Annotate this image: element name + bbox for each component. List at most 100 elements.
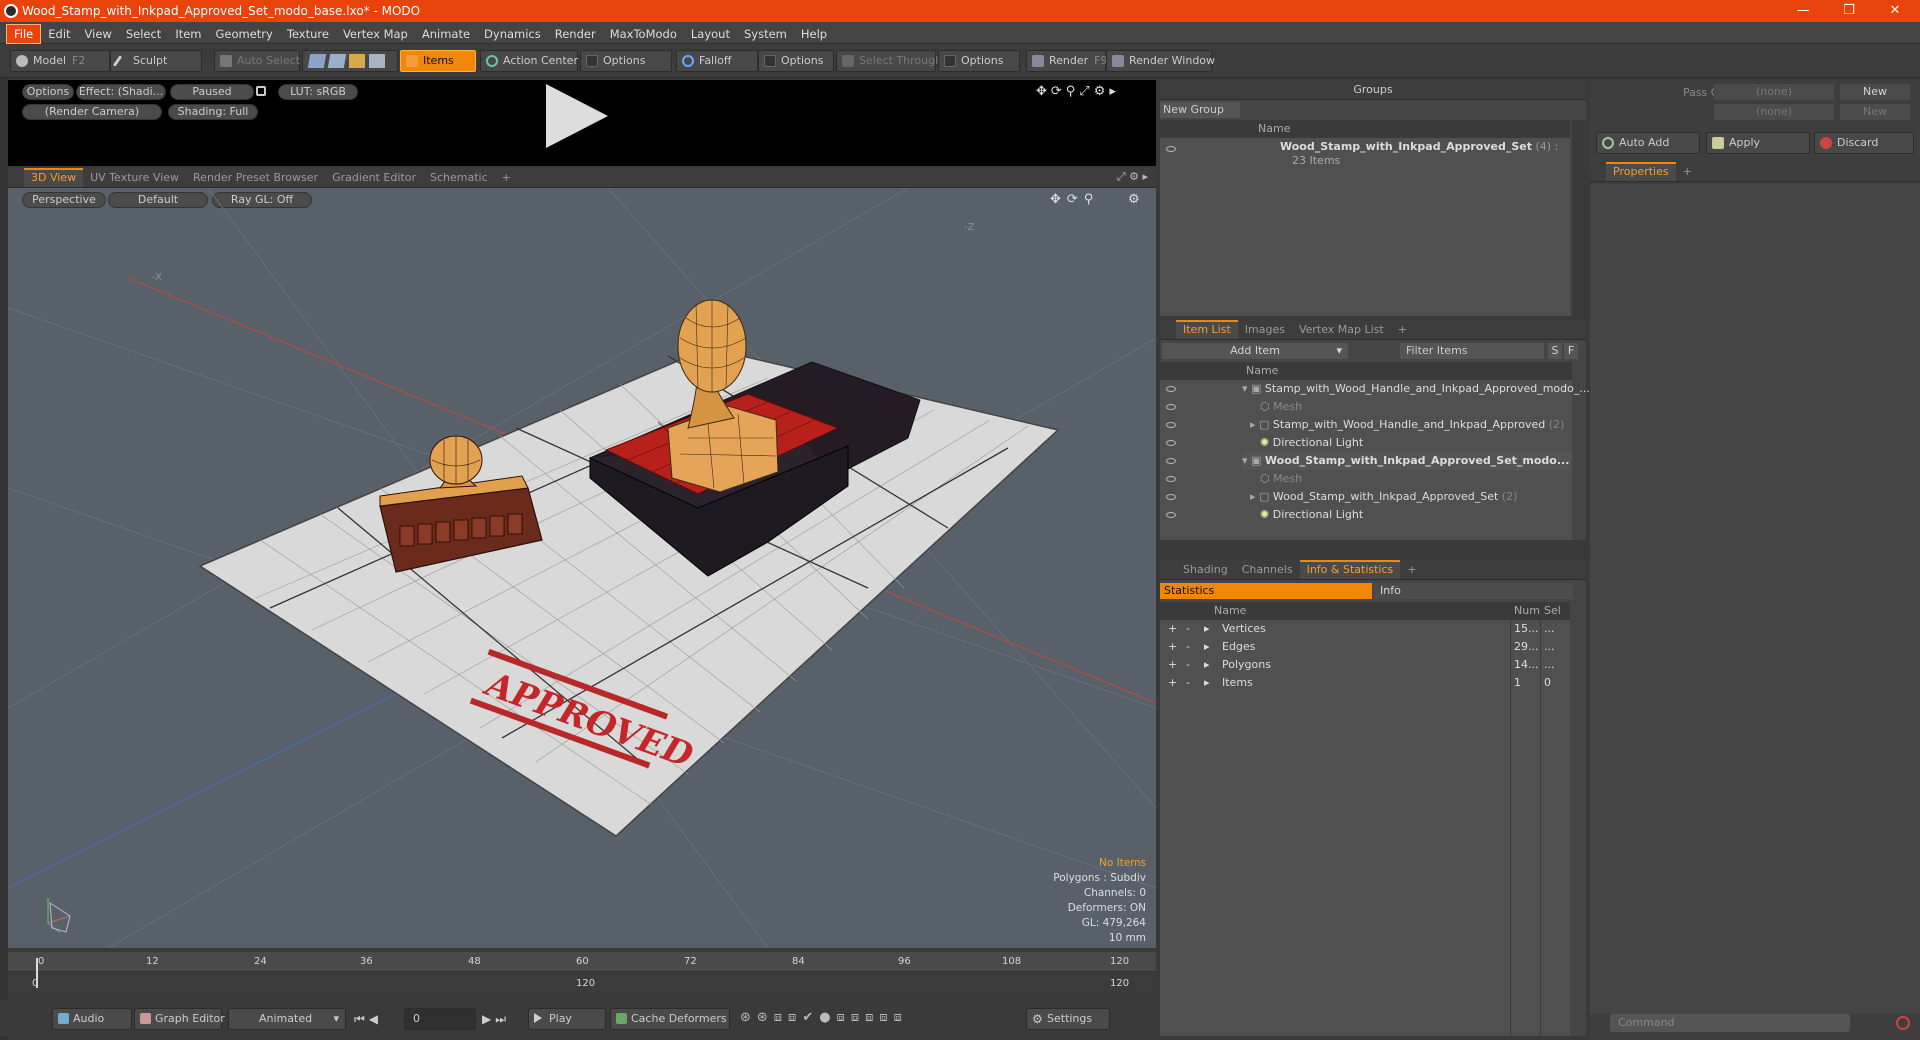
eye-icon[interactable] bbox=[1166, 476, 1176, 482]
light-row-1[interactable]: ✺ Directional Light bbox=[1260, 434, 1363, 452]
menu-select[interactable]: Select bbox=[119, 23, 168, 45]
3d-viewport[interactable]: Perspective Default Ray GL: Off ✥⟳⚲ ⚙ -X… bbox=[8, 188, 1156, 948]
menu-render[interactable]: Render bbox=[548, 23, 603, 45]
polygons-mode-icon[interactable] bbox=[349, 54, 365, 68]
add-item-dropdown[interactable]: Add Item ▾ bbox=[1162, 343, 1348, 359]
tab-schematic[interactable]: Schematic bbox=[423, 168, 495, 187]
preview-paused-button[interactable]: Paused bbox=[170, 84, 254, 100]
action-center-button[interactable]: Action Center bbox=[480, 50, 578, 72]
eye-icon[interactable] bbox=[1166, 494, 1176, 500]
eye-icon[interactable] bbox=[1166, 404, 1176, 410]
stat-row-edges[interactable]: + - ▸ Edges 29...... bbox=[1160, 638, 1570, 656]
statistics-tab[interactable]: Statistics bbox=[1160, 583, 1372, 599]
select-through-options-button[interactable]: Options bbox=[938, 50, 1020, 72]
filter-f-button[interactable]: F bbox=[1564, 343, 1578, 359]
menu-maxtomodo[interactable]: MaxToModo bbox=[603, 23, 684, 45]
preview-lut-dropdown[interactable]: LUT: sRGB bbox=[278, 84, 358, 100]
menu-edit[interactable]: Edit bbox=[41, 23, 77, 45]
menu-file[interactable]: File bbox=[6, 24, 42, 44]
animated-dropdown[interactable]: Animated ▾ bbox=[228, 1008, 346, 1030]
tab-add[interactable]: + bbox=[495, 168, 518, 187]
group-row-1[interactable]: ▸ ▢ Stamp_with_Wood_Handle_and_Inkpad_Ap… bbox=[1250, 416, 1564, 434]
falloff-button[interactable]: Falloff bbox=[676, 50, 758, 72]
group-row-2[interactable]: ▸ ▢ Wood_Stamp_with_Inkpad_Approved_Set … bbox=[1250, 488, 1517, 506]
play-button[interactable]: Play bbox=[528, 1008, 606, 1030]
cache-deformers-button[interactable]: Cache Deformers bbox=[610, 1008, 730, 1030]
falloff-options-button[interactable]: Options bbox=[758, 50, 834, 72]
edges-mode-icon[interactable] bbox=[327, 54, 347, 68]
audio-button[interactable]: Audio bbox=[52, 1008, 132, 1030]
stat-row-polygons[interactable]: + - ▸ Polygons 14...... bbox=[1160, 656, 1570, 674]
menu-item[interactable]: Item bbox=[168, 23, 208, 45]
select-through-button[interactable]: Select Through bbox=[836, 50, 942, 72]
tab-add[interactable]: + bbox=[1391, 320, 1414, 339]
groups-scrollbar[interactable] bbox=[1572, 120, 1586, 316]
eye-icon[interactable] bbox=[1166, 512, 1176, 518]
scene-row-2[interactable]: ▾ ▣ Wood_Stamp_with_Inkpad_Approved_Set_… bbox=[1242, 452, 1572, 470]
auto-select-button[interactable]: Auto Select bbox=[214, 50, 300, 72]
eye-icon[interactable] bbox=[1166, 458, 1176, 464]
tab-gradient-editor[interactable]: Gradient Editor bbox=[325, 168, 423, 187]
render-window-button[interactable]: Render Window bbox=[1106, 50, 1215, 72]
settings-button[interactable]: ⚙ Settings bbox=[1026, 1008, 1110, 1030]
action-center-options-button[interactable]: Options bbox=[580, 50, 672, 72]
tab-shading[interactable]: Shading bbox=[1176, 560, 1235, 579]
play-icon[interactable] bbox=[546, 84, 608, 148]
graph-editor-button[interactable]: Graph Editor bbox=[134, 1008, 225, 1030]
apply-button[interactable]: Apply bbox=[1706, 132, 1810, 154]
menu-geometry[interactable]: Geometry bbox=[209, 23, 280, 45]
preview-nav-icons[interactable]: ✥⟳⚲⤢⚙▸ bbox=[1036, 84, 1120, 99]
menu-vertex-map[interactable]: Vertex Map bbox=[336, 23, 415, 45]
new-pass-button[interactable]: New bbox=[1840, 104, 1910, 120]
maximize-button[interactable]: ❐ bbox=[1826, 0, 1872, 22]
mesh-row-2[interactable]: ⬡ Mesh bbox=[1260, 470, 1302, 488]
model-mode-button[interactable]: Model F2 bbox=[10, 50, 110, 72]
menu-animate[interactable]: Animate bbox=[415, 23, 477, 45]
transport-back-buttons[interactable]: ⏮◀ bbox=[354, 1012, 382, 1027]
filter-s-button[interactable]: S bbox=[1548, 343, 1562, 359]
vertices-mode-icon[interactable] bbox=[307, 54, 327, 68]
tab-vertex-map-list[interactable]: Vertex Map List bbox=[1292, 320, 1391, 339]
passes-dropdown[interactable]: (none) bbox=[1714, 104, 1834, 120]
tab-add-property[interactable]: + bbox=[1676, 162, 1699, 181]
menu-view[interactable]: View bbox=[78, 23, 119, 45]
tab-info-statistics[interactable]: Info & Statistics bbox=[1299, 560, 1401, 579]
eye-icon[interactable] bbox=[1166, 146, 1176, 152]
transport-forward-buttons[interactable]: ▶⏭ bbox=[482, 1012, 510, 1027]
preview-shading-dropdown[interactable]: Shading: Full bbox=[168, 104, 258, 120]
preview-effect-dropdown[interactable]: Effect: (Shadi... bbox=[76, 84, 166, 100]
menu-system[interactable]: System bbox=[737, 23, 794, 45]
tab-properties[interactable]: Properties bbox=[1606, 162, 1676, 181]
mesh-row-1[interactable]: ⬡ Mesh bbox=[1260, 398, 1302, 416]
scene-row-1[interactable]: ▾ ▣ Stamp_with_Wood_Handle_and_Inkpad_Ap… bbox=[1242, 380, 1590, 398]
sculpt-mode-button[interactable]: Sculpt bbox=[110, 50, 202, 72]
render-button[interactable]: Render F9 bbox=[1026, 50, 1108, 72]
stat-row-vertices[interactable]: + - ▸ Vertices 15...... bbox=[1160, 620, 1570, 638]
auto-add-button[interactable]: Auto Add bbox=[1596, 132, 1700, 154]
timeline[interactable]: 0 12 24 36 48 60 72 84 96 108 120 0 120 … bbox=[8, 952, 1156, 996]
frame-input[interactable]: 0 bbox=[404, 1008, 476, 1030]
tab-images[interactable]: Images bbox=[1238, 320, 1292, 339]
menu-help[interactable]: Help bbox=[794, 23, 834, 45]
tab-item-list[interactable]: Item List bbox=[1176, 320, 1238, 339]
menu-texture[interactable]: Texture bbox=[280, 23, 336, 45]
preview-options-button[interactable]: Options bbox=[22, 84, 74, 100]
eye-icon[interactable] bbox=[1166, 386, 1176, 392]
menu-dynamics[interactable]: Dynamics bbox=[477, 23, 548, 45]
eye-icon[interactable] bbox=[1166, 422, 1176, 428]
menu-layout[interactable]: Layout bbox=[684, 23, 737, 45]
stat-row-items[interactable]: + - ▸ Items 1 0 bbox=[1160, 674, 1570, 692]
light-row-2[interactable]: ✺ Directional Light bbox=[1260, 506, 1363, 524]
tab-channels[interactable]: Channels bbox=[1235, 560, 1300, 579]
keyframe-tool-icons[interactable]: ⊛⊛⧈⧈✔●⧈⧈⧈⧈⧈ bbox=[740, 1010, 908, 1025]
new-group-button[interactable]: New Group bbox=[1160, 102, 1240, 118]
discard-button[interactable]: Discard bbox=[1814, 132, 1914, 154]
eye-icon[interactable] bbox=[1166, 440, 1176, 446]
tab-add[interactable]: + bbox=[1400, 560, 1423, 579]
tab-uv-texture-view[interactable]: UV Texture View bbox=[83, 168, 186, 187]
command-input[interactable]: Command bbox=[1610, 1014, 1850, 1032]
tab-render-preset-browser[interactable]: Render Preset Browser bbox=[186, 168, 325, 187]
lock-icon[interactable] bbox=[256, 86, 266, 96]
items-mode-button[interactable]: Items bbox=[400, 50, 476, 72]
close-button[interactable]: ✕ bbox=[1872, 0, 1918, 22]
